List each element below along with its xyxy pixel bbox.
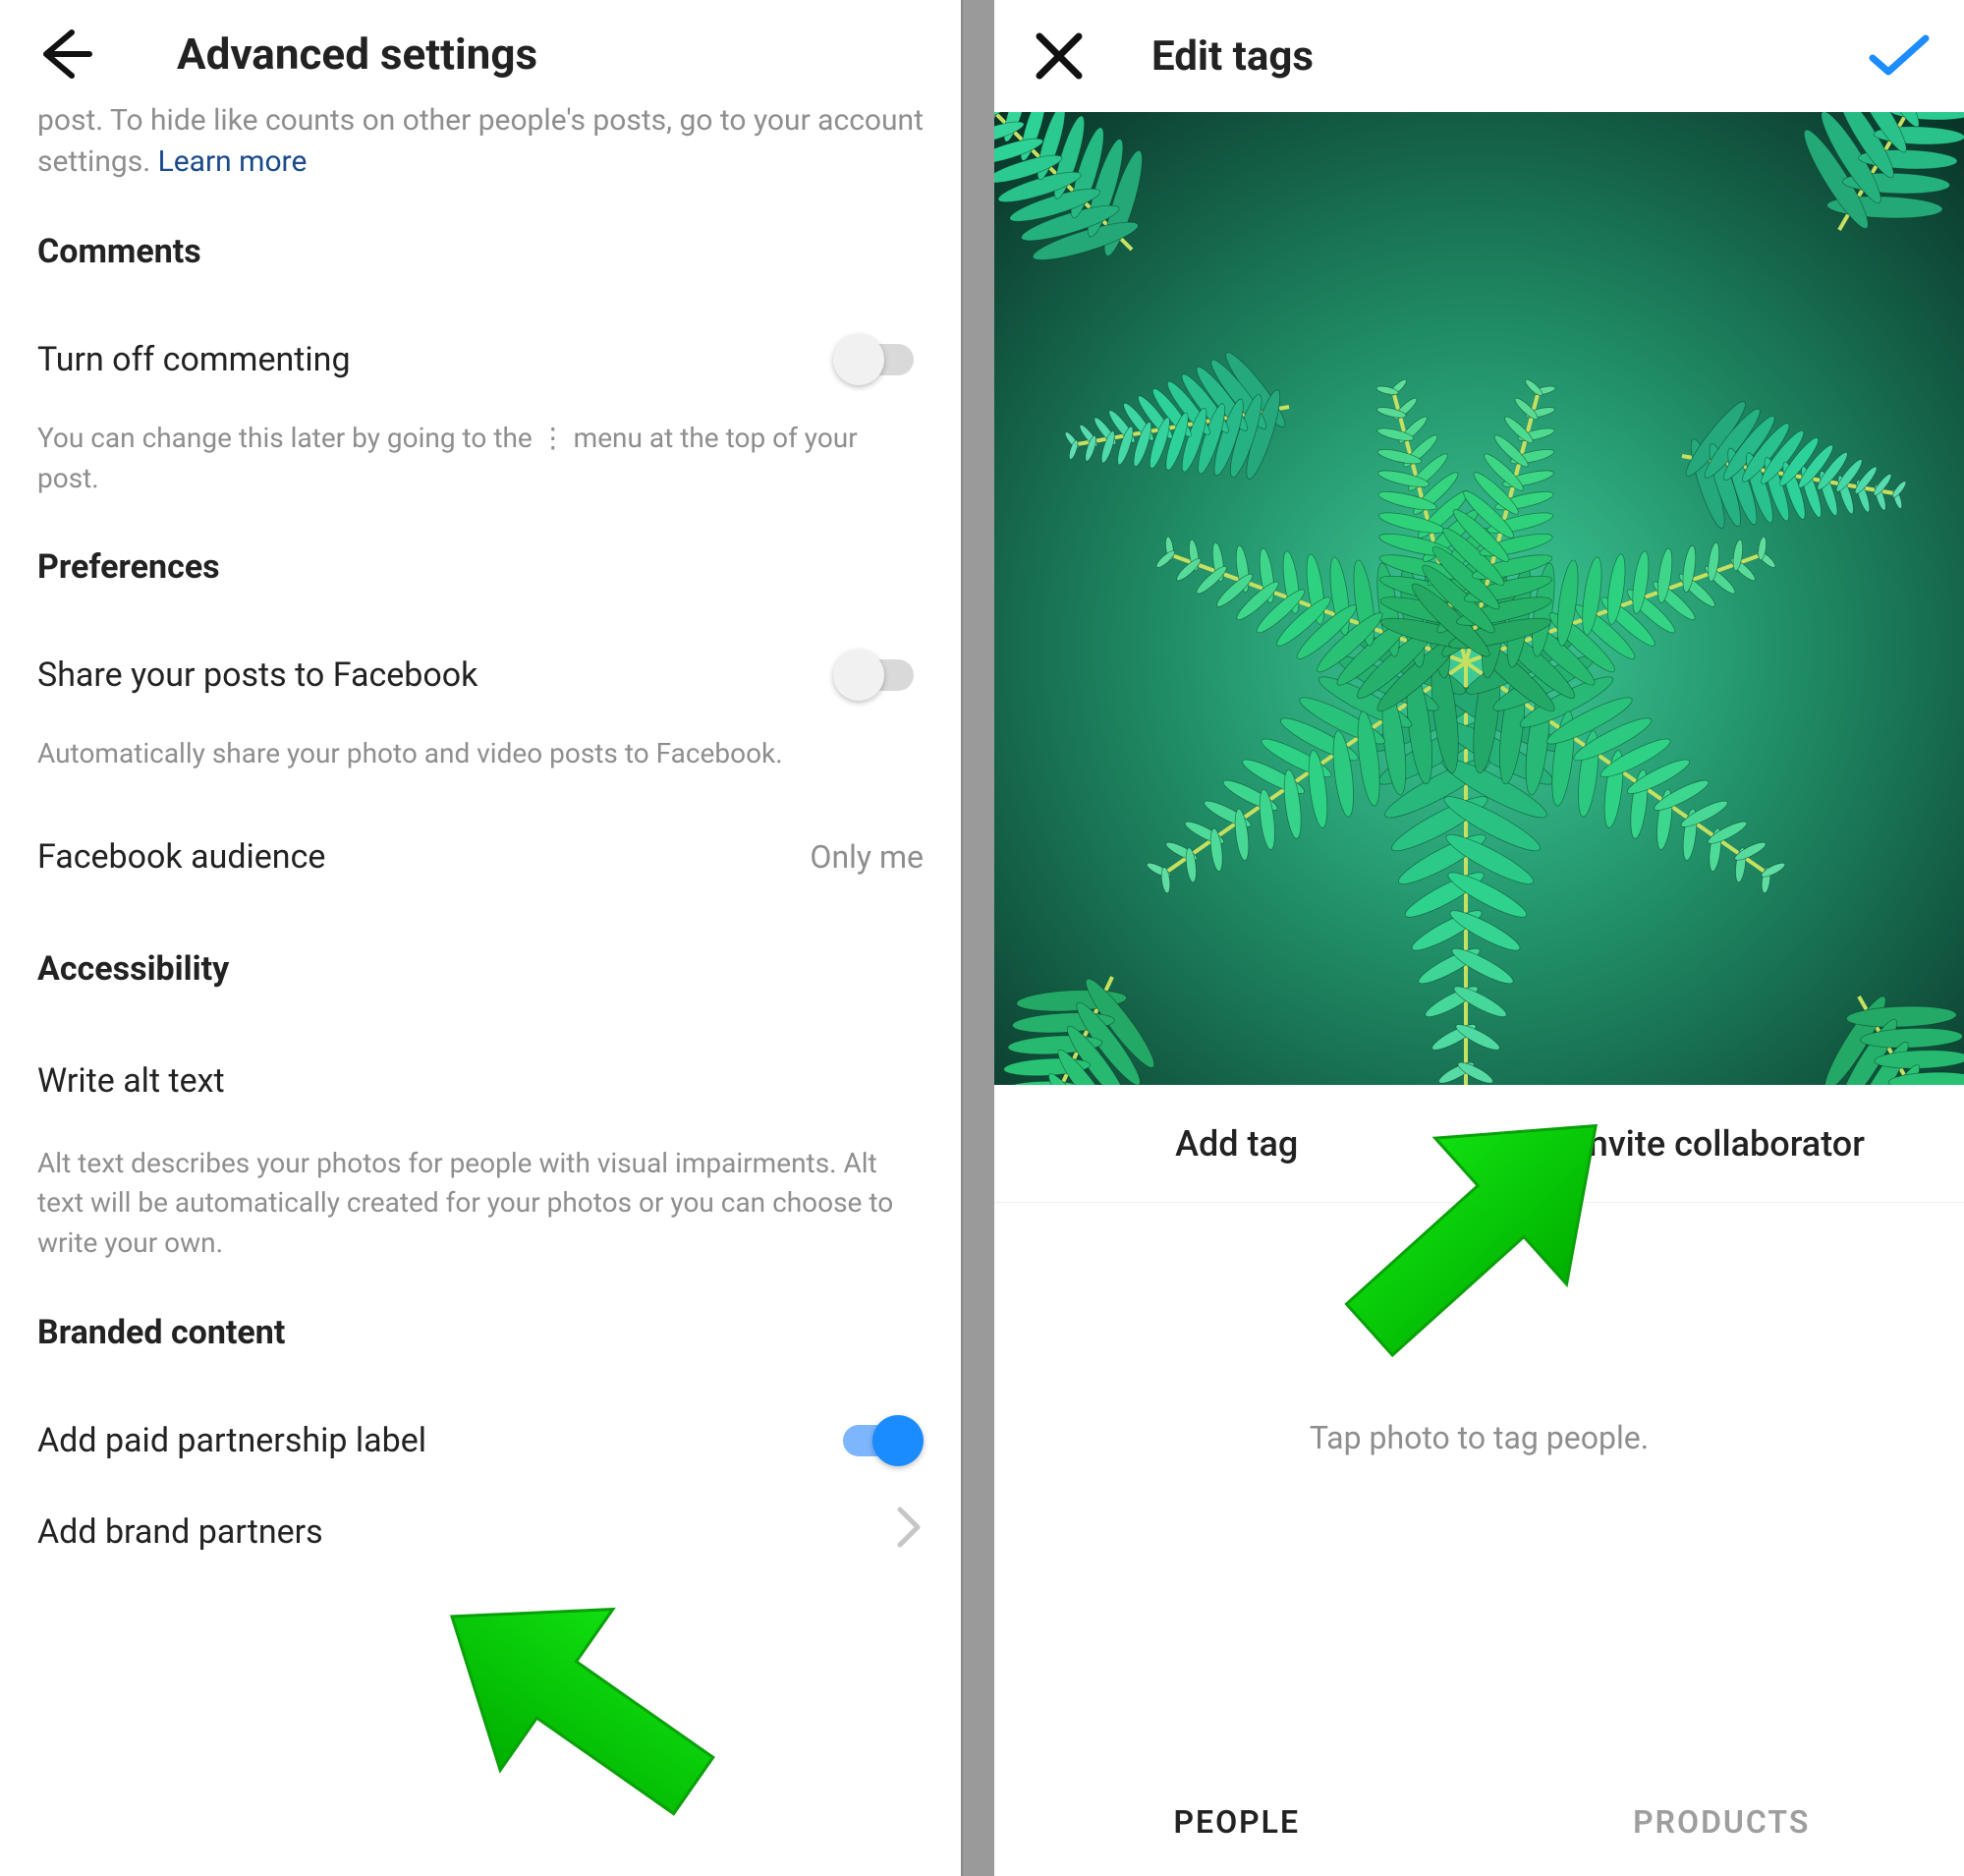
facebook-audience-label: Facebook audience <box>37 837 325 877</box>
write-alt-text-row[interactable]: Write alt text <box>37 1038 924 1124</box>
paid-partnership-label: Add paid partnership label <box>37 1421 426 1460</box>
edit-tags-title: Edit tags <box>1151 32 1314 81</box>
share-facebook-toggle[interactable] <box>833 650 924 701</box>
right-header: Edit tags <box>994 0 1964 112</box>
turn-off-commenting-toggle[interactable] <box>833 334 924 385</box>
annotation-arrow-left <box>383 1543 757 1867</box>
tab-products[interactable]: PRODUCTS <box>1480 1768 1964 1876</box>
page-title: Advanced settings <box>177 28 537 80</box>
section-branded-heading: Branded content <box>37 1313 924 1352</box>
panel-divider <box>963 0 994 1876</box>
like-count-desc: post. To hide like counts on other peopl… <box>37 98 924 183</box>
write-alt-text-desc: Alt text describes your photos for peopl… <box>37 1144 924 1264</box>
learn-more-link[interactable]: Learn more <box>158 144 308 179</box>
add-tag-button[interactable]: Add tag <box>994 1085 1480 1202</box>
turn-off-commenting-label: Turn off commenting <box>37 340 351 379</box>
write-alt-text-label: Write alt text <box>37 1061 225 1101</box>
left-header: Advanced settings <box>0 0 961 108</box>
add-brand-partners-row[interactable]: Add brand partners <box>37 1480 924 1584</box>
confirm-check-icon[interactable] <box>1868 25 1931 87</box>
tag-actions-row: Add tag Invite collaborator <box>994 1085 1964 1203</box>
bottom-tabs: PEOPLE PRODUCTS <box>994 1768 1964 1876</box>
tap-photo-hint: Tap photo to tag people. <box>994 1203 1964 1456</box>
advanced-settings-panel: Advanced settings post. To hide like cou… <box>0 0 963 1876</box>
left-content: post. To hide like counts on other peopl… <box>0 98 961 1584</box>
paid-partnership-row: Add paid partnership label <box>37 1401 924 1480</box>
turn-off-commenting-desc: You can change this later by going to th… <box>37 419 924 498</box>
share-facebook-label: Share your posts to Facebook <box>37 655 477 695</box>
add-brand-partners-label: Add brand partners <box>37 1512 323 1552</box>
tab-people[interactable]: PEOPLE <box>994 1768 1480 1876</box>
turn-off-commenting-row: Turn off commenting <box>37 320 924 399</box>
share-facebook-row: Share your posts to Facebook <box>37 636 924 714</box>
section-accessibility-heading: Accessibility <box>37 949 924 989</box>
invite-collaborator-button[interactable]: Invite collaborator <box>1480 1085 1964 1202</box>
share-facebook-desc: Automatically share your photo and video… <box>37 734 924 774</box>
tagged-photo[interactable] <box>994 112 1964 1085</box>
section-comments-heading: Comments <box>37 232 924 271</box>
paid-partnership-toggle[interactable] <box>833 1415 924 1466</box>
facebook-audience-value: Only me <box>810 838 924 876</box>
chevron-right-icon <box>896 1506 924 1559</box>
edit-tags-panel: Edit tags <box>994 0 1964 1876</box>
facebook-audience-row[interactable]: Facebook audience Only me <box>37 814 924 900</box>
back-arrow-icon[interactable] <box>29 20 98 88</box>
section-preferences-heading: Preferences <box>37 547 924 587</box>
close-icon[interactable] <box>1028 25 1091 87</box>
